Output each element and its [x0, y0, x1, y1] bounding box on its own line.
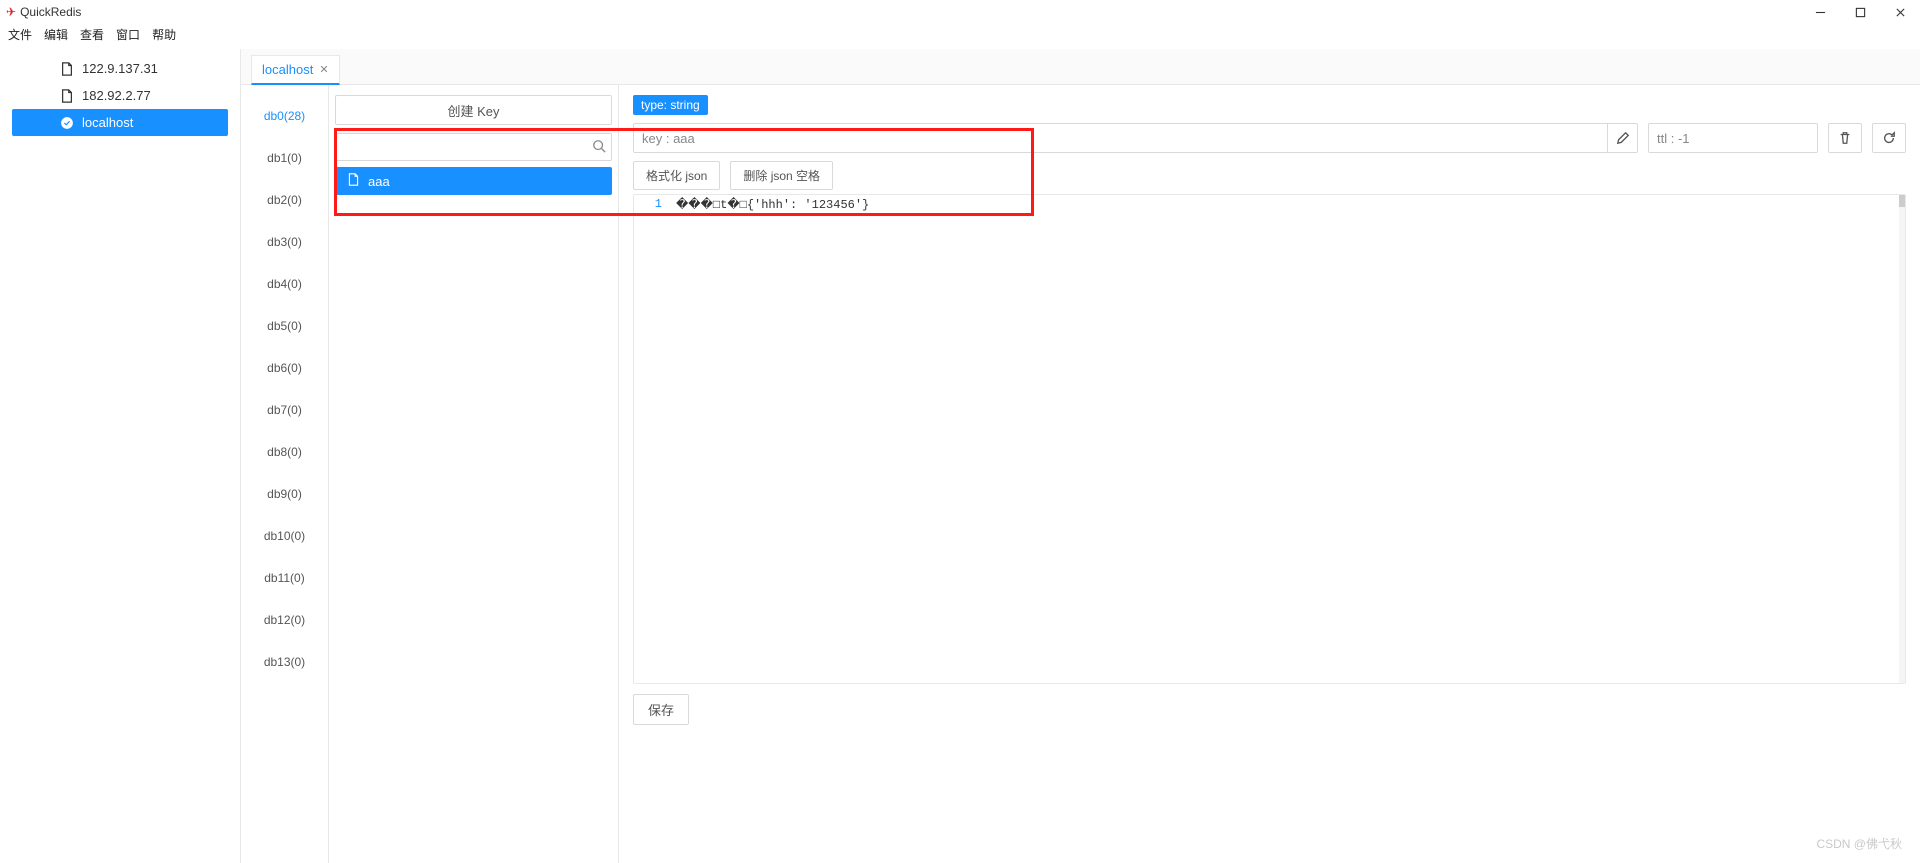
db-item-db9[interactable]: db9(0): [241, 473, 328, 515]
db-region: db0(28) db1(0) db2(0) db3(0) db4(0) db5(…: [241, 85, 1920, 863]
db-item-db3[interactable]: db3(0): [241, 221, 328, 263]
database-list[interactable]: db0(28) db1(0) db2(0) db3(0) db4(0) db5(…: [241, 85, 329, 863]
connection-item[interactable]: 182.92.2.77: [12, 82, 228, 109]
title-bar: ✈ QuickRedis: [0, 0, 1920, 24]
db-item-db12[interactable]: db12(0): [241, 599, 328, 641]
tab-close-icon[interactable]: ✕: [319, 63, 328, 76]
refresh-button[interactable]: [1872, 123, 1906, 153]
ttl-input[interactable]: [1649, 127, 1841, 150]
connection-tabs: localhost ✕: [241, 49, 1920, 85]
db-item-db10[interactable]: db10(0): [241, 515, 328, 557]
key-search-input[interactable]: [335, 133, 612, 161]
key-name-input[interactable]: [634, 127, 1607, 150]
strip-json-spaces-button[interactable]: 删除 json 空格: [730, 161, 833, 190]
menu-bar: 文件 编辑 查看 窗口 帮助: [0, 24, 1920, 49]
menu-file[interactable]: 文件: [8, 26, 32, 43]
db-item-db2[interactable]: db2(0): [241, 179, 328, 221]
format-json-button[interactable]: 格式化 json: [633, 161, 720, 190]
tab-label: localhost: [262, 62, 313, 77]
ttl-input-wrap: [1648, 123, 1818, 153]
edit-key-button[interactable]: [1607, 124, 1637, 152]
menu-window[interactable]: 窗口: [116, 26, 140, 43]
connection-sidebar: 122.9.137.31 182.92.2.77 localhost: [0, 49, 240, 863]
window-close-button[interactable]: [1886, 2, 1914, 22]
editor-gutter: 1: [634, 195, 670, 214]
menu-help[interactable]: 帮助: [152, 26, 176, 43]
connection-label: localhost: [82, 115, 133, 130]
connection-item[interactable]: 122.9.137.31: [12, 55, 228, 82]
app-title: QuickRedis: [20, 5, 81, 19]
db-item-db5[interactable]: db5(0): [241, 305, 328, 347]
search-icon[interactable]: [592, 139, 606, 156]
db-item-db8[interactable]: db8(0): [241, 431, 328, 473]
type-tag: type: string: [633, 95, 708, 115]
db-item-db11[interactable]: db11(0): [241, 557, 328, 599]
key-list: aaa: [329, 167, 618, 863]
db-item-db7[interactable]: db7(0): [241, 389, 328, 431]
connection-label: 182.92.2.77: [82, 88, 151, 103]
workspace: localhost ✕ db0(28) db1(0) db2(0) db3(0)…: [240, 49, 1920, 863]
key-item-aaa[interactable]: aaa: [335, 167, 612, 195]
connection-label: 122.9.137.31: [82, 61, 158, 76]
file-icon: [60, 89, 74, 103]
connection-item-active[interactable]: localhost: [12, 109, 228, 136]
db-item-db1[interactable]: db1(0): [241, 137, 328, 179]
db-item-db4[interactable]: db4(0): [241, 263, 328, 305]
window-minimize-button[interactable]: [1806, 2, 1834, 22]
delete-key-button[interactable]: [1828, 123, 1862, 153]
file-icon: [347, 173, 360, 189]
connection-tab-localhost[interactable]: localhost ✕: [251, 55, 340, 85]
menu-edit[interactable]: 编辑: [44, 26, 68, 43]
key-input-wrap: [633, 123, 1638, 153]
db-item-db6[interactable]: db6(0): [241, 347, 328, 389]
menu-view[interactable]: 查看: [80, 26, 104, 43]
watermark: CSDN @佛弋秋: [1816, 835, 1902, 852]
app-logo-icon: ✈: [6, 5, 16, 19]
editor-minimap[interactable]: [1899, 195, 1905, 683]
key-search-wrap: [335, 133, 612, 161]
check-circle-icon: [60, 116, 74, 130]
file-icon: [60, 62, 74, 76]
db-item-db13[interactable]: db13(0): [241, 641, 328, 683]
detail-pane: type: string: [619, 85, 1920, 863]
key-item-label: aaa: [368, 174, 390, 189]
key-column: 创建 Key aaa: [329, 85, 619, 863]
value-editor[interactable]: 1 ���□t�□{'hhh': '123456'}: [633, 194, 1906, 684]
save-button[interactable]: 保存: [633, 694, 689, 725]
window-maximize-button[interactable]: [1846, 2, 1874, 22]
create-key-button[interactable]: 创建 Key: [335, 95, 612, 125]
db-item-db0[interactable]: db0(28): [241, 95, 328, 137]
editor-line-content[interactable]: ���□t�□{'hhh': '123456'}: [670, 195, 1905, 214]
main-region: 122.9.137.31 182.92.2.77 localhost local…: [0, 49, 1920, 863]
